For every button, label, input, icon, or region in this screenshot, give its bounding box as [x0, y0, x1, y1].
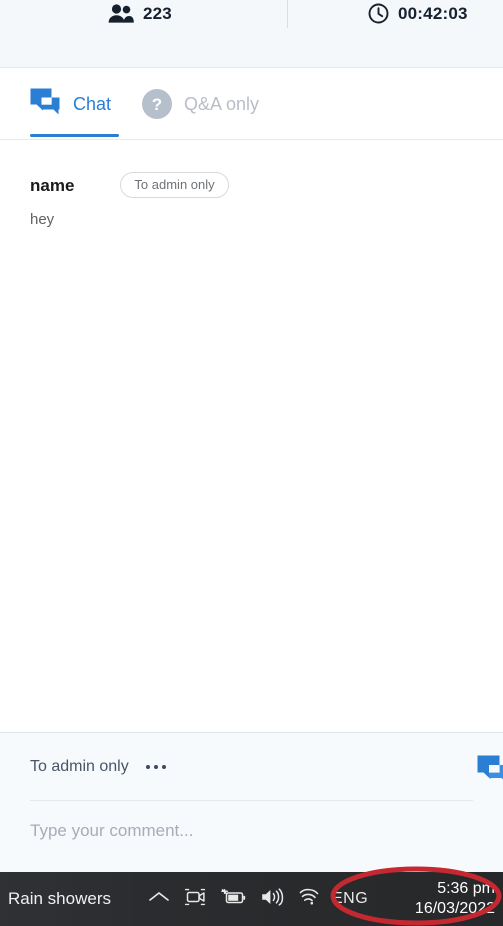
- active-tab-indicator: [30, 134, 119, 137]
- chat-bubble-icon: [30, 88, 61, 120]
- windows-taskbar: Rain showers ENG 5:36 pm 16/03/2022: [0, 872, 503, 926]
- meeting-stats-bar: 223 00:42:03: [0, 0, 503, 68]
- volume-icon[interactable]: [260, 887, 284, 912]
- chat-message-text: hey: [30, 211, 55, 228]
- session-timer: 00:42:03: [368, 0, 468, 26]
- tab-qa-only[interactable]: ? Q&A only: [142, 88, 259, 120]
- chat-message: name To admin only hey: [30, 172, 470, 229]
- clock-icon: [368, 3, 389, 24]
- taskbar-date: 16/03/2022: [414, 899, 495, 917]
- chat-message-visibility-badge: To admin only: [120, 172, 229, 198]
- composer-chat-bubble-icon[interactable]: [477, 755, 503, 789]
- ellipsis-icon[interactable]: [145, 765, 166, 769]
- battery-charging-icon[interactable]: [220, 888, 246, 911]
- tab-qa-only-label: Q&A only: [184, 94, 260, 114]
- chat-message-list[interactable]: name To admin only hey: [0, 140, 503, 733]
- session-timer-value: 00:42:03: [398, 3, 468, 23]
- taskbar-system-tray: [148, 872, 322, 926]
- chevron-up-icon[interactable]: [148, 890, 170, 909]
- chat-message-author: name: [30, 175, 75, 195]
- chat-message-header: name To admin only: [30, 172, 470, 198]
- taskbar-time: 5:36 pm: [437, 879, 495, 897]
- comment-input[interactable]: [30, 821, 470, 841]
- webcam-icon[interactable]: [184, 887, 206, 912]
- participant-count-value: 223: [143, 3, 172, 23]
- participant-count: 223: [108, 0, 172, 26]
- chat-composer: To admin only: [0, 733, 503, 872]
- tab-chat-label: Chat: [73, 94, 112, 114]
- taskbar-weather-widget[interactable]: Rain showers: [8, 872, 111, 926]
- question-mark-icon: ?: [142, 89, 172, 119]
- topbar-divider: [287, 0, 288, 28]
- wifi-icon[interactable]: [298, 887, 322, 911]
- composer-divider: [30, 800, 473, 801]
- taskbar-clock[interactable]: 5:36 pm 16/03/2022: [415, 872, 495, 926]
- composer-audience-selector[interactable]: To admin only: [30, 759, 129, 775]
- people-icon: [108, 3, 134, 23]
- taskbar-language-indicator[interactable]: ENG: [332, 872, 368, 926]
- composer-toolbar: To admin only: [30, 759, 166, 775]
- panel-tabs: Chat ? Q&A only: [0, 68, 503, 140]
- tab-chat[interactable]: Chat: [30, 88, 111, 120]
